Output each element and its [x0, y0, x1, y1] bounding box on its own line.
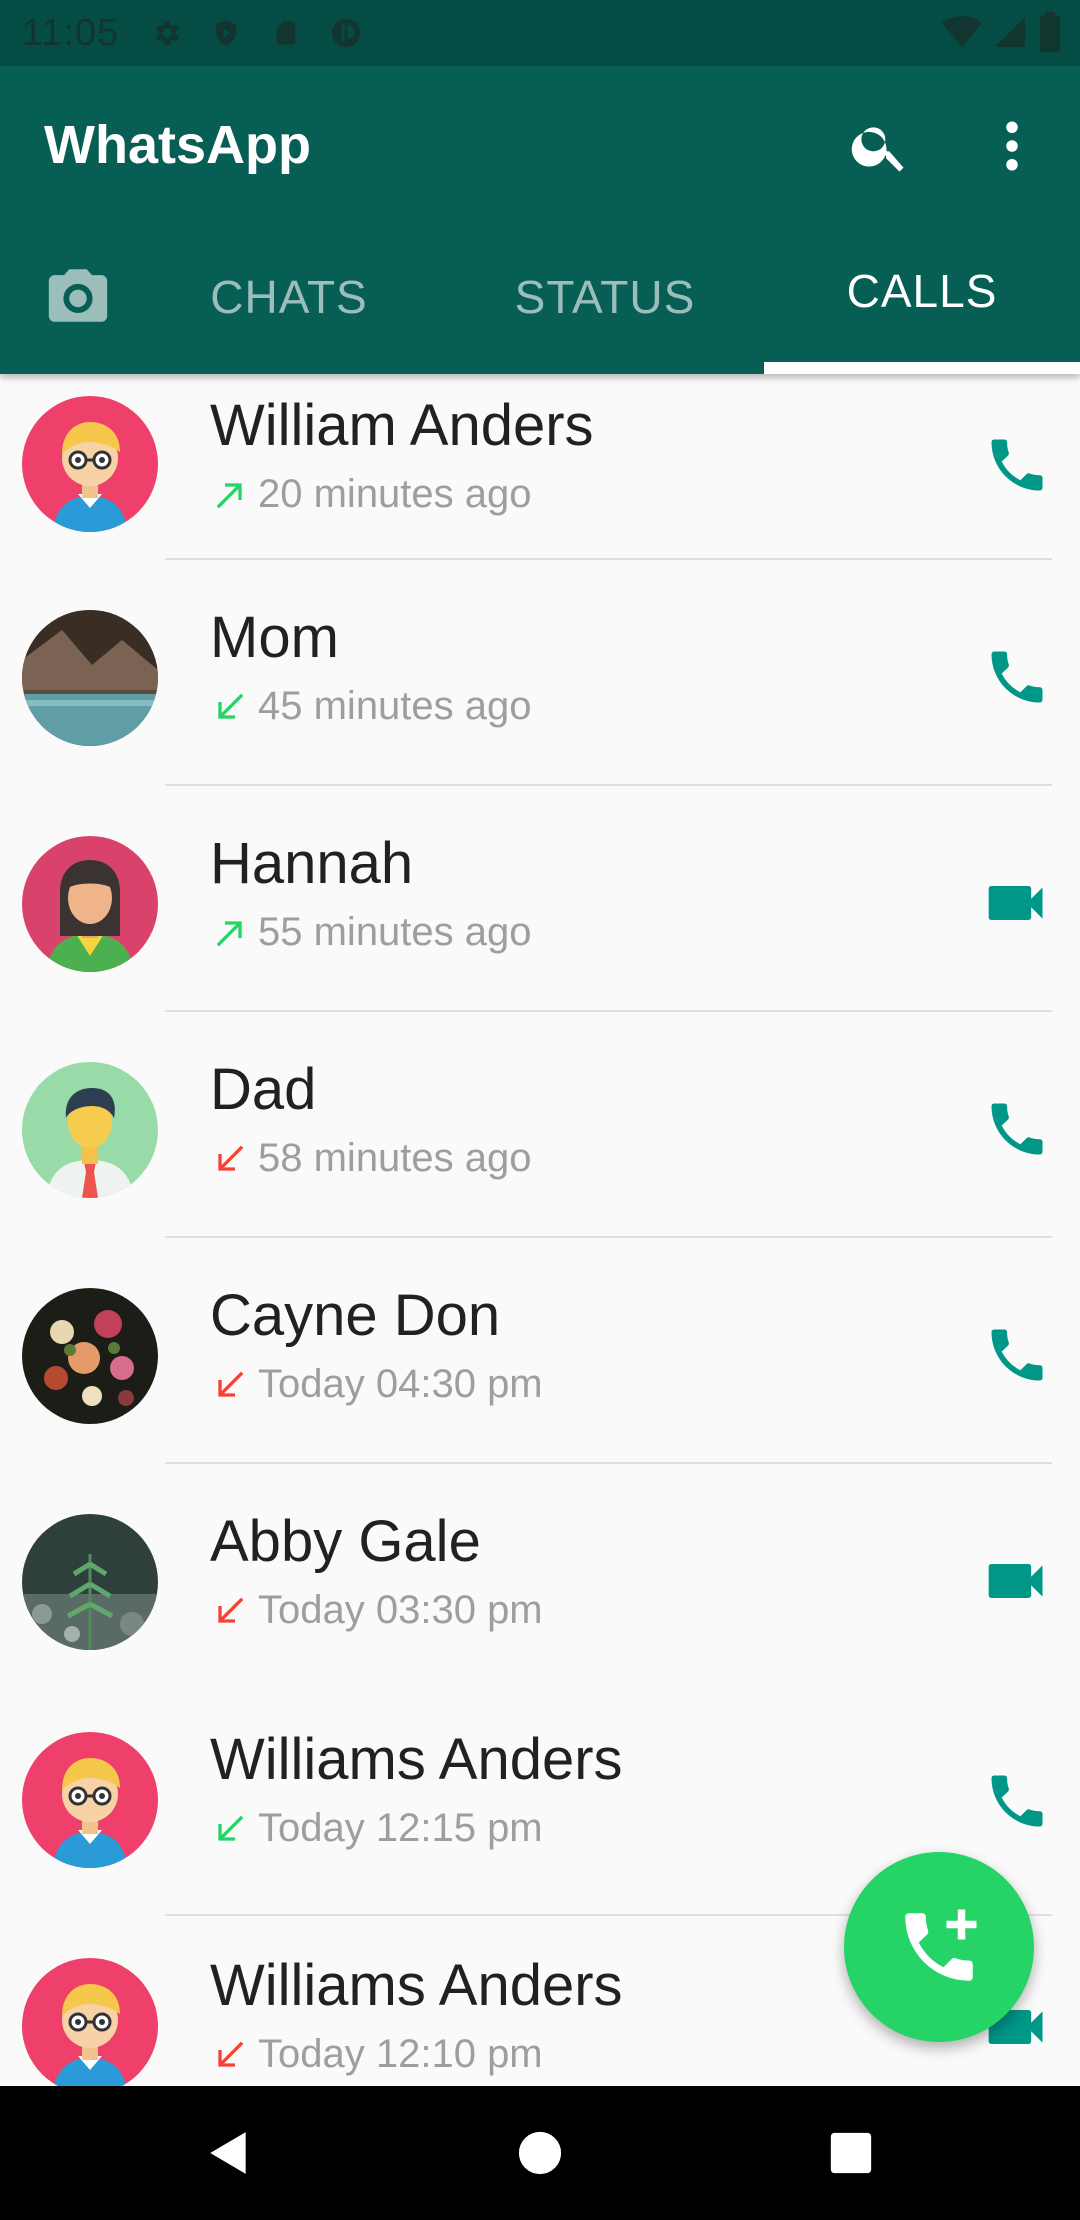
battery-icon — [1038, 12, 1062, 57]
back-icon — [210, 2132, 246, 2174]
call-time: 20 minutes ago — [258, 472, 532, 516]
shield-icon — [209, 16, 243, 50]
phone-icon — [991, 651, 1043, 703]
call-meta: Today 04:30 pm — [210, 1362, 543, 1407]
phone-icon — [991, 1103, 1043, 1155]
avatar[interactable] — [22, 1062, 158, 1198]
contact-name: Abby Gale — [210, 1509, 481, 1574]
app-icon — [329, 16, 363, 50]
tab-bar: CHATS STATUS CALLS — [0, 220, 1080, 374]
avatar[interactable] — [22, 1514, 158, 1650]
avatar[interactable] — [22, 836, 158, 972]
contact-name: Dad — [210, 1057, 317, 1122]
call-row[interactable]: Cayne Don Today 04:30 pm — [0, 1238, 1080, 1464]
recents-icon — [830, 2132, 872, 2174]
contact-name: Williams Anders — [210, 1727, 623, 1792]
more-vert-icon — [1006, 121, 1018, 171]
videocam-icon — [988, 1564, 1043, 1598]
phone-icon — [991, 1775, 1043, 1827]
contact-name: William Anders — [210, 393, 594, 458]
contact-name: Hannah — [210, 831, 414, 896]
call-time: Today 04:30 pm — [258, 1362, 543, 1406]
call-row[interactable]: Dad 58 minutes ago — [0, 1012, 1080, 1238]
app-bar: WhatsApp — [0, 66, 1080, 220]
avatar[interactable] — [22, 1958, 158, 2086]
avatar[interactable] — [22, 1288, 158, 1424]
call-time: 45 minutes ago — [258, 684, 532, 728]
voice-call-button[interactable] — [982, 1766, 1052, 1836]
call-meta: 55 minutes ago — [210, 910, 532, 955]
outgoing-call-arrow-icon — [216, 482, 242, 508]
add-call-icon — [905, 1909, 977, 1981]
call-meta: 58 minutes ago — [210, 1136, 532, 1181]
contact-name: Williams Anders — [210, 1953, 623, 2018]
sd-card-icon — [269, 16, 303, 50]
phone-icon — [991, 1329, 1043, 1381]
incoming-call-arrow-icon — [218, 693, 244, 719]
signal-icon — [992, 12, 1028, 57]
search-icon — [851, 127, 904, 172]
status-bar: 11:05 — [0, 0, 1080, 66]
call-meta: Today 12:15 pm — [210, 1806, 543, 1851]
tab-chats[interactable]: CHATS — [160, 220, 418, 374]
outgoing-call-arrow-icon — [216, 920, 242, 946]
call-row[interactable]: William Anders 20 minutes ago — [0, 374, 1080, 560]
avatar[interactable] — [22, 610, 158, 746]
phone-icon — [991, 439, 1043, 491]
status-time: 11:05 — [22, 11, 120, 54]
call-meta: 45 minutes ago — [210, 684, 532, 729]
missed-call-arrow-icon — [218, 1597, 244, 1623]
contact-name: Mom — [210, 605, 339, 670]
call-time: 58 minutes ago — [258, 1136, 532, 1180]
avatar[interactable] — [22, 1732, 158, 1868]
wifi-icon — [942, 12, 982, 57]
incoming-call-arrow-icon — [218, 1815, 244, 1841]
home-icon — [518, 2131, 562, 2175]
missed-call-arrow-icon — [218, 1371, 244, 1397]
missed-call-arrow-icon — [218, 2041, 244, 2067]
videocam-icon — [988, 886, 1043, 920]
avatar[interactable] — [22, 396, 158, 532]
recents-button[interactable] — [818, 2120, 884, 2186]
call-time: 55 minutes ago — [258, 910, 532, 954]
voice-call-button[interactable] — [982, 1094, 1052, 1164]
navigation-bar — [0, 2086, 1080, 2220]
active-tab-indicator — [764, 362, 1080, 374]
search-button[interactable] — [842, 108, 918, 184]
call-row[interactable]: Abby Gale Today 03:30 pm — [0, 1464, 1080, 1690]
new-call-fab[interactable] — [844, 1852, 1034, 2042]
call-meta: Today 12:10 pm — [210, 2032, 543, 2077]
contact-name: Cayne Don — [210, 1283, 501, 1348]
back-button[interactable] — [196, 2120, 262, 2186]
video-call-button[interactable] — [982, 868, 1052, 938]
tab-status[interactable]: STATUS — [448, 220, 762, 374]
voice-call-button[interactable] — [982, 430, 1052, 500]
call-row[interactable]: Mom 45 minutes ago — [0, 560, 1080, 786]
call-row[interactable]: Hannah 55 minutes ago — [0, 786, 1080, 1012]
app-title: WhatsApp — [44, 115, 311, 175]
call-time: Today 03:30 pm — [258, 1588, 543, 1632]
more-options-button[interactable] — [974, 108, 1050, 184]
video-call-button[interactable] — [982, 1546, 1052, 1616]
call-list[interactable]: William Anders 20 minutes ago Mom 45 min… — [0, 374, 1080, 2086]
call-time: Today 12:10 pm — [258, 2032, 543, 2076]
call-meta: Today 03:30 pm — [210, 1588, 543, 1633]
tab-camera[interactable] — [20, 220, 135, 374]
missed-call-arrow-icon — [218, 1145, 244, 1171]
settings-icon — [149, 16, 183, 50]
home-button[interactable] — [507, 2120, 573, 2186]
call-meta: 20 minutes ago — [210, 472, 532, 517]
voice-call-button[interactable] — [982, 1320, 1052, 1390]
call-time: Today 12:15 pm — [258, 1806, 543, 1850]
camera-icon — [48, 269, 107, 322]
voice-call-button[interactable] — [982, 642, 1052, 712]
tab-calls[interactable]: CALLS — [764, 220, 1080, 362]
